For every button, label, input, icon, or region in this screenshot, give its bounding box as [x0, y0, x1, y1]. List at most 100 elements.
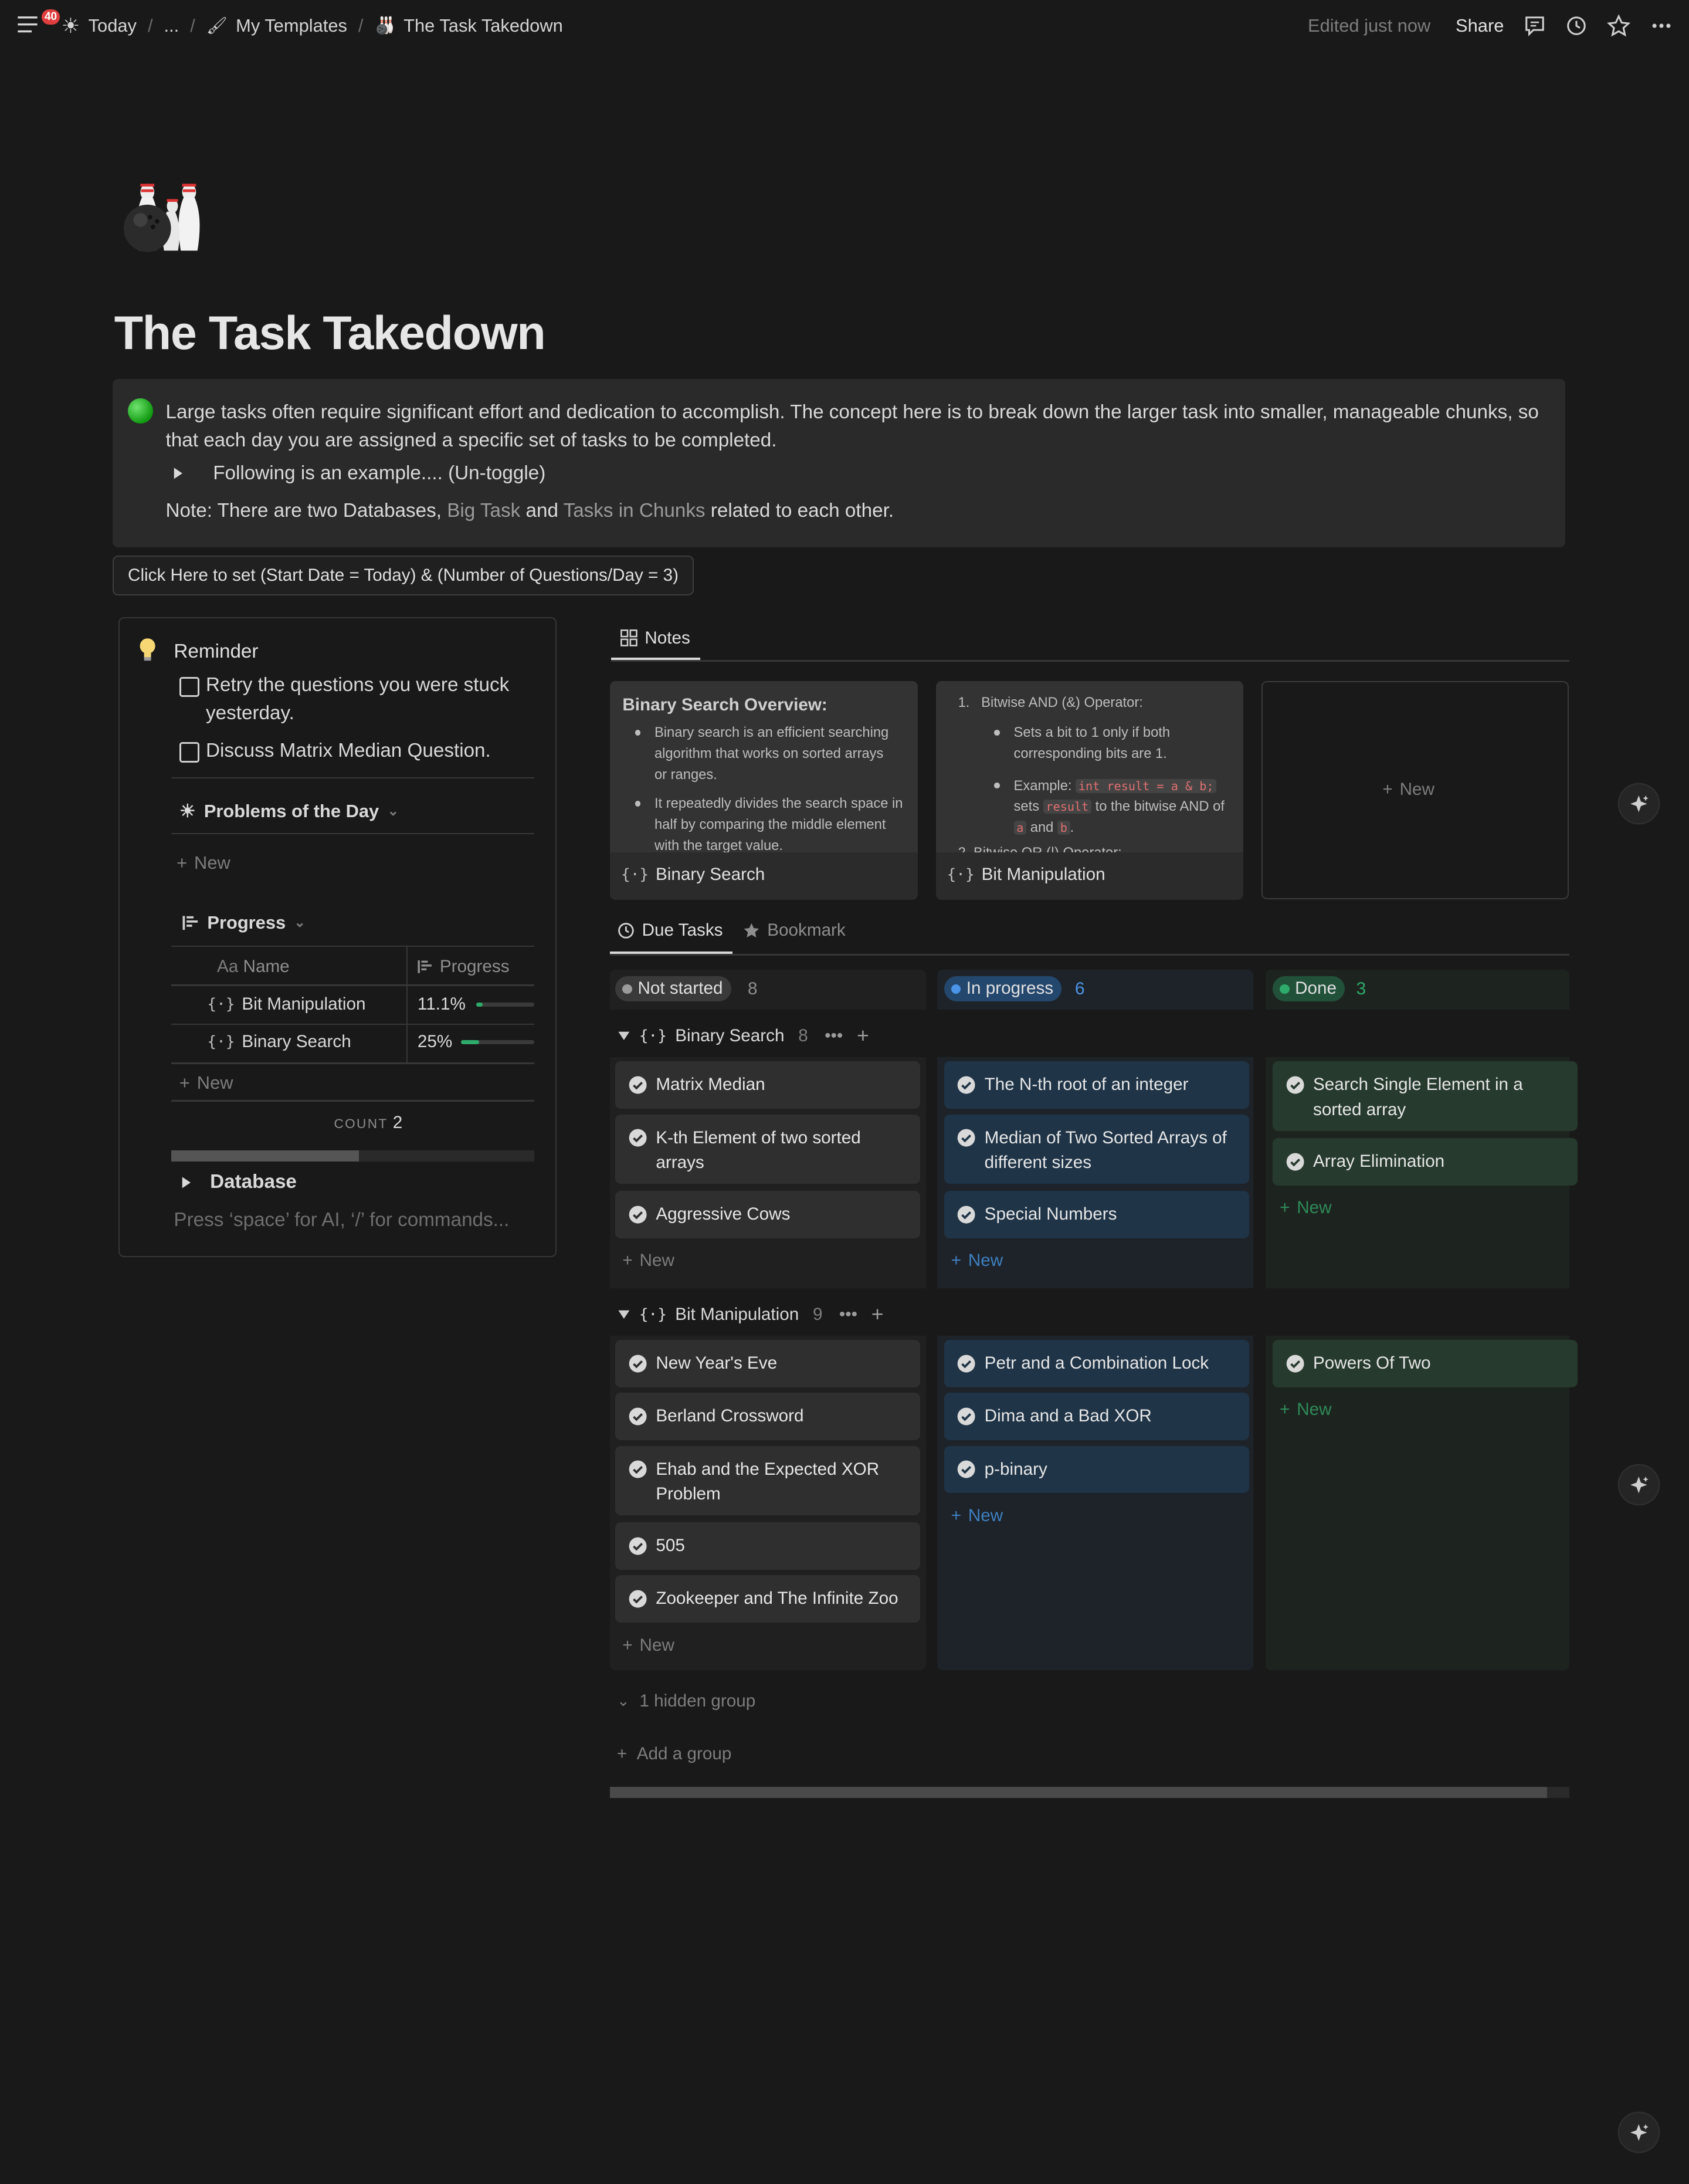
status-not-started[interactable]: Not started	[615, 976, 731, 1002]
task-card[interactable]: Petr and a Combination Lock	[944, 1340, 1249, 1387]
task-card[interactable]: New Year's Eve	[615, 1340, 921, 1387]
todo-retry-line1[interactable]: Retry the questions you were stuck	[206, 671, 509, 699]
example-toggle[interactable]: Following is an example.... (Un-toggle)	[171, 462, 545, 485]
task-title: Aggressive Cows	[656, 1204, 791, 1224]
task-title: The N-th root of an integer	[984, 1075, 1189, 1095]
horizontal-scrollbar[interactable]	[171, 1150, 535, 1162]
callout-block: Large tasks often require significant ef…	[113, 378, 1565, 548]
status-done[interactable]: Done	[1273, 976, 1345, 1002]
history-icon[interactable]	[1565, 15, 1588, 37]
task-card[interactable]: Berland Crossword	[615, 1393, 921, 1441]
ai-sparkle-button[interactable]	[1619, 784, 1659, 824]
table-row[interactable]: {·} Binary Search	[207, 1032, 351, 1052]
task-card[interactable]: Median of Two Sorted Arrays of different…	[944, 1114, 1249, 1184]
crumb-ellipsis[interactable]: ...	[164, 15, 179, 36]
page-title[interactable]: The Task Takedown	[114, 306, 546, 361]
crumb-today[interactable]: Today	[89, 15, 137, 36]
column-header-progress[interactable]: Progress	[418, 957, 510, 977]
table-row[interactable]: {·} Bit Manipulation	[207, 994, 365, 1014]
horizontal-scrollbar[interactable]	[609, 1787, 1569, 1799]
add-task-button[interactable]: + New	[622, 1636, 674, 1655]
crumb-my-templates[interactable]: My Templates	[236, 15, 347, 36]
callout-text[interactable]: Large tasks often require significant ef…	[166, 398, 1545, 454]
scrollbar-thumb[interactable]	[171, 1150, 359, 1162]
task-card[interactable]: p-binary	[944, 1445, 1249, 1494]
command-placeholder[interactable]: Press ‘space’ for AI, ‘/’ for commands..…	[174, 1209, 509, 1231]
share-button[interactable]: Share	[1456, 15, 1504, 36]
task-card[interactable]: K-th Element of two sorted arrays	[615, 1114, 921, 1184]
sidebar-menu-icon[interactable]: 40	[16, 9, 60, 37]
tab-notes[interactable]: Notes	[620, 628, 690, 648]
task-card[interactable]: Aggressive Cows	[615, 1191, 921, 1238]
add-task-button[interactable]: + New	[1280, 1400, 1332, 1420]
tab-due-tasks[interactable]: Due Tasks	[617, 920, 723, 940]
collapse-triangle-icon[interactable]	[617, 1308, 631, 1322]
todo-checkbox[interactable]	[179, 676, 200, 697]
add-task-button[interactable]: + New	[1280, 1198, 1332, 1218]
more-options-icon[interactable]	[1650, 15, 1673, 37]
preview-bullet: Example: int result = a & b; sets result…	[994, 776, 1237, 839]
favorite-star-icon[interactable]	[1607, 13, 1631, 38]
task-card[interactable]: 505	[615, 1522, 921, 1570]
note-text: Note: There are two Databases, Big Task …	[166, 500, 894, 522]
column-header-name[interactable]: Aa Name	[217, 957, 290, 977]
card-title: {·} Binary Search	[621, 865, 765, 885]
page-braces-icon: {·}	[207, 995, 235, 1013]
page-icon-bowling[interactable]	[117, 164, 211, 259]
crumb-current-page[interactable]: The Task Takedown	[403, 15, 563, 36]
toggle-triangle-icon[interactable]	[171, 466, 185, 480]
group-header-binary-search[interactable]: {·} Binary Search 8 ••• +	[617, 1024, 869, 1048]
hidden-group-toggle[interactable]: ⌄ 1 hidden group	[617, 1691, 755, 1711]
hidden-group-label: 1 hidden group	[639, 1691, 756, 1711]
preview-numbered-item: 1. Bitwise AND (&) Operator:	[958, 695, 1143, 710]
database-toggle[interactable]: Database	[179, 1171, 297, 1193]
gallery-card-binary-search[interactable]: Binary Search Overview: Binary search is…	[609, 681, 918, 900]
task-card[interactable]: Zookeeper and The Infinite Zoo	[615, 1575, 921, 1623]
problems-new-button[interactable]: + New	[177, 852, 230, 873]
comments-icon[interactable]	[1524, 15, 1546, 37]
task-card[interactable]: The N-th root of an integer	[944, 1061, 1249, 1109]
progress-header[interactable]: Progress ⌄	[182, 912, 306, 933]
task-card[interactable]: Special Numbers	[944, 1191, 1249, 1238]
add-task-button[interactable]: + New	[951, 1251, 1003, 1271]
more-options-icon[interactable]: •••	[839, 1305, 857, 1325]
sun-icon: ☀	[179, 800, 196, 821]
toggle-label: Following is an example.... (Un-toggle)	[213, 462, 546, 485]
task-card[interactable]: Matrix Median	[615, 1061, 921, 1109]
count-footer[interactable]: COUNT 2	[334, 1113, 402, 1133]
ai-sparkle-button[interactable]	[1619, 2112, 1659, 2152]
group-header-bit-manipulation[interactable]: {·} Bit Manipulation 9 ••• +	[617, 1302, 884, 1326]
plus-icon[interactable]: +	[857, 1024, 869, 1048]
add-group-button[interactable]: + Add a group	[617, 1744, 732, 1764]
crumb-separator: /	[147, 15, 153, 36]
tasks-in-chunks-link[interactable]: Tasks in Chunks	[564, 500, 706, 522]
todo-retry-line2[interactable]: yesterday.	[206, 699, 294, 727]
gallery-new-card[interactable]: + New	[1261, 681, 1569, 900]
task-card[interactable]: Array Elimination	[1273, 1137, 1578, 1186]
status-in-progress[interactable]: In progress	[944, 976, 1062, 1002]
plus-icon[interactable]: +	[871, 1302, 884, 1326]
tab-bookmark[interactable]: Bookmark	[742, 920, 846, 940]
task-title: Special Numbers	[984, 1204, 1117, 1224]
collapse-triangle-icon[interactable]	[617, 1029, 631, 1043]
toggle-triangle-icon[interactable]	[179, 1176, 194, 1190]
todo-discuss[interactable]: Discuss Matrix Median Question.	[206, 737, 491, 764]
todo-checkbox[interactable]	[179, 742, 200, 763]
task-card[interactable]: Powers Of Two	[1273, 1340, 1578, 1387]
set-start-date-button[interactable]: Click Here to set (Start Date = Today) &…	[113, 556, 694, 596]
scrollbar-thumb[interactable]	[609, 1787, 1547, 1799]
problems-of-the-day-header[interactable]: ☀ Problems of the Day ⌄	[179, 801, 399, 822]
ai-sparkle-button[interactable]	[1619, 1465, 1659, 1505]
big-task-link[interactable]: Big Task	[447, 500, 520, 522]
new-label: New	[1399, 780, 1434, 800]
add-task-button[interactable]: + New	[951, 1506, 1003, 1526]
gallery-card-bit-manipulation[interactable]: 1. Bitwise AND (&) Operator: Sets a bit …	[935, 681, 1244, 900]
progress-new-row-button[interactable]: + New	[179, 1072, 233, 1093]
task-card[interactable]: Search Single Element in a sorted array	[1273, 1061, 1578, 1131]
task-card[interactable]: Dima and a Bad XOR	[944, 1393, 1249, 1441]
more-options-icon[interactable]: •••	[825, 1026, 843, 1046]
add-task-button[interactable]: + New	[622, 1251, 674, 1271]
task-card[interactable]: Ehab and the Expected XOR Problem	[615, 1445, 921, 1516]
reminder-title[interactable]: Reminder	[174, 641, 258, 663]
lightbulb-icon	[138, 638, 157, 663]
